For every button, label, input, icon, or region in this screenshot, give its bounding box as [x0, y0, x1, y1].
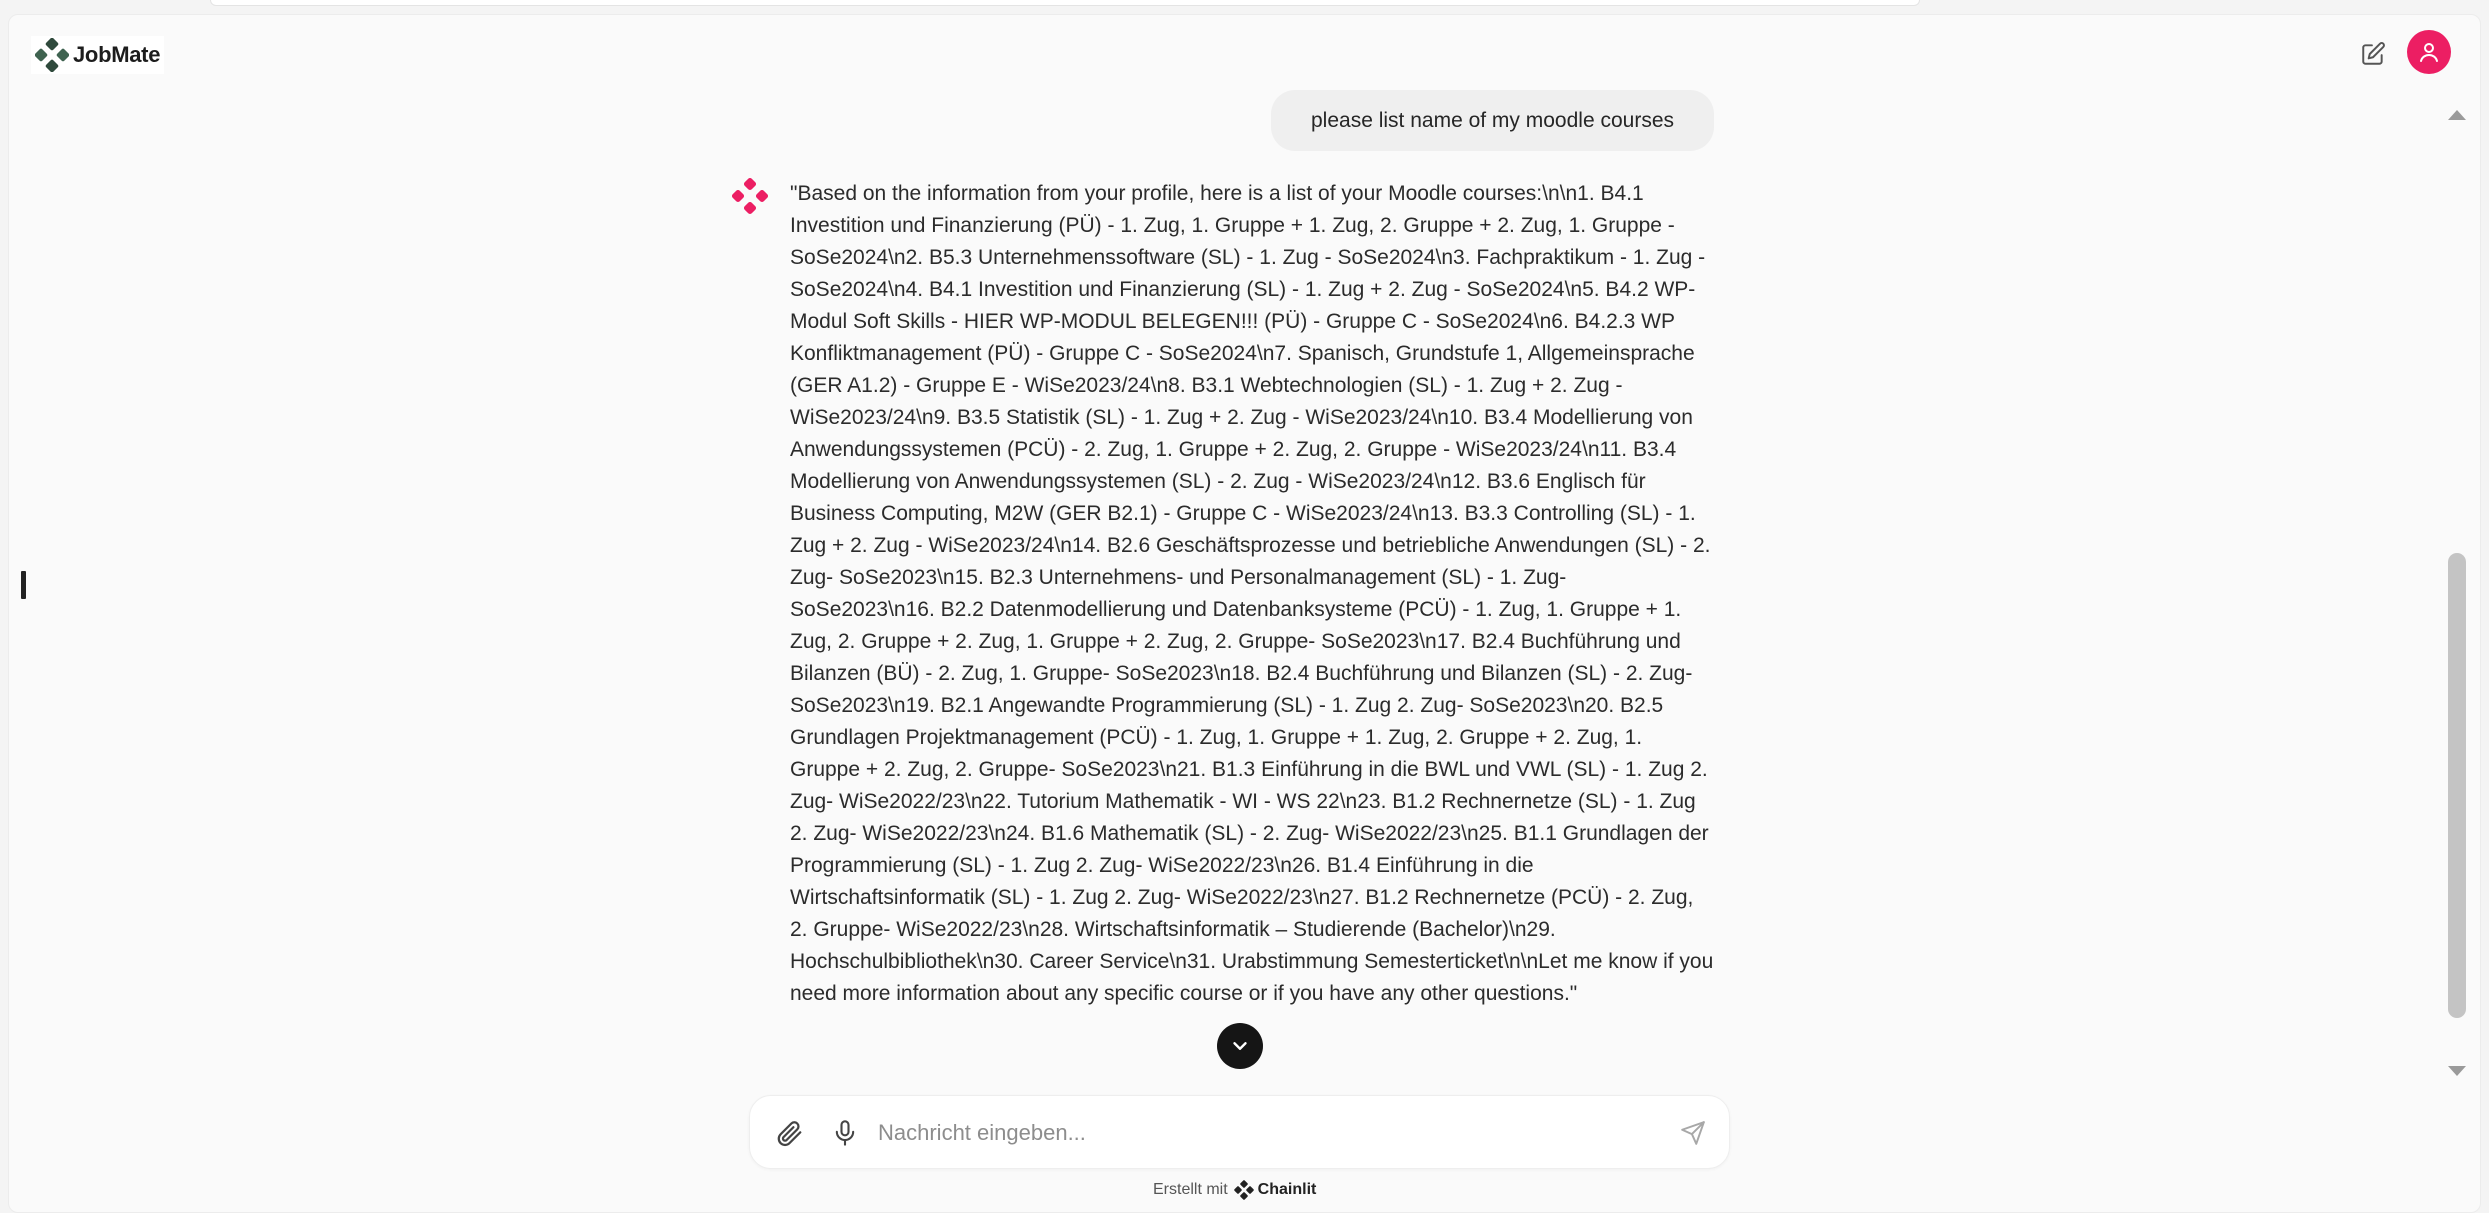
edit-icon [2362, 42, 2385, 65]
user-message-bubble: please list name of my moodle courses [1271, 90, 1714, 151]
send-button[interactable] [1676, 1116, 1710, 1150]
footer-made-with: Erstellt mit [1153, 1181, 1228, 1198]
scroll-to-bottom-button[interactable] [1217, 1023, 1263, 1069]
attach-file-button[interactable] [772, 1116, 806, 1150]
voice-input-button[interactable] [828, 1116, 862, 1150]
scroll-down-arrow[interactable] [2448, 1066, 2466, 1076]
scroll-up-arrow[interactable] [2448, 110, 2466, 120]
send-icon [1681, 1121, 1705, 1145]
assistant-avatar-icon [731, 177, 769, 215]
footer-credit: Erstellt mit Chainlit [1153, 1180, 1316, 1200]
chevron-down-icon [1233, 1042, 1247, 1050]
footer-framework-name[interactable]: Chainlit [1258, 1181, 1317, 1199]
new-chat-button[interactable] [2357, 38, 2389, 70]
chainlit-logo-icon [1233, 1180, 1254, 1200]
app-name: JobMate [73, 42, 161, 67]
sidebar-resize-handle[interactable] [21, 571, 26, 599]
user-icon [2420, 43, 2438, 62]
scrollbar-thumb[interactable] [2448, 553, 2466, 1018]
assistant-message: "Based on the information from your prof… [790, 182, 1714, 1005]
message-input[interactable] [878, 1113, 1638, 1153]
jobmate-logo-icon [35, 38, 69, 72]
microphone-icon [835, 1120, 855, 1146]
app-logo: JobMate [31, 36, 165, 74]
paperclip-icon [777, 1121, 802, 1147]
user-avatar-button[interactable] [2407, 30, 2451, 74]
browser-topbar-remnant [210, 0, 1920, 6]
message-composer [749, 1095, 1730, 1169]
